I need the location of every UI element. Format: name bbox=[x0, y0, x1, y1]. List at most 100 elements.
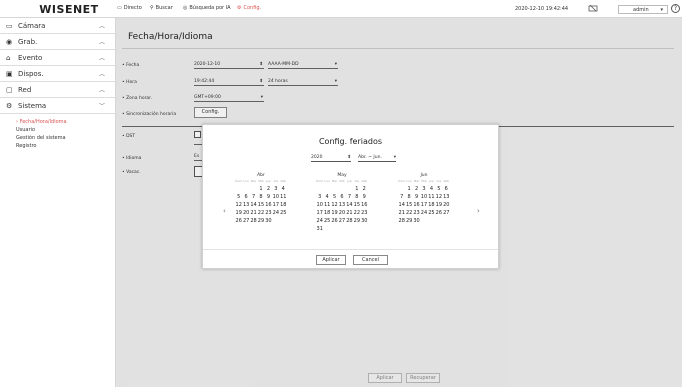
ai-search-menu[interactable]: ◎ Búsqueda por IA bbox=[183, 5, 231, 11]
tray-icon[interactable] bbox=[588, 3, 598, 13]
calendar-day[interactable]: 5 bbox=[435, 185, 442, 193]
calendar-day[interactable]: 3 bbox=[272, 185, 279, 193]
calendar-day[interactable]: 14 bbox=[398, 201, 405, 209]
submenu-item-usuario[interactable]: Usuario bbox=[16, 126, 115, 134]
month-range-select[interactable]: Abr. ~ Jun. ▾ bbox=[358, 155, 396, 162]
calendar-day[interactable]: 22 bbox=[257, 209, 264, 217]
calendar-day[interactable]: 14 bbox=[346, 201, 353, 209]
calendar-day[interactable]: 30 bbox=[361, 217, 368, 225]
calendar-day[interactable]: 11 bbox=[280, 193, 287, 201]
calendar-day[interactable]: 7 bbox=[398, 193, 405, 201]
calendar-day[interactable]: 25 bbox=[280, 209, 287, 217]
calendar-day[interactable]: 13 bbox=[338, 201, 345, 209]
calendar-day[interactable]: 7 bbox=[346, 193, 353, 201]
calendar-day[interactable]: 30 bbox=[413, 217, 420, 225]
calendar-day[interactable]: 24 bbox=[272, 209, 279, 217]
sidebar-item-sistema[interactable]: ⚙ Sistema ﹀ bbox=[0, 98, 115, 114]
calendar-day[interactable]: 10 bbox=[272, 193, 279, 201]
calendar-day[interactable]: 12 bbox=[435, 193, 442, 201]
calendar-day[interactable]: 10 bbox=[420, 193, 427, 201]
calendar-day[interactable]: 13 bbox=[242, 201, 249, 209]
calendar-day[interactable]: 20 bbox=[242, 209, 249, 217]
submenu-item-gestion[interactable]: Gestión del sistema bbox=[16, 134, 115, 142]
calendar-day[interactable]: 6 bbox=[338, 193, 345, 201]
calendar-day[interactable]: 25 bbox=[428, 209, 435, 217]
calendar-day[interactable]: 3 bbox=[420, 185, 427, 193]
calendar-day[interactable]: 9 bbox=[361, 193, 368, 201]
calendar-day[interactable]: 31 bbox=[316, 225, 323, 233]
calendar-day[interactable]: 12 bbox=[235, 201, 242, 209]
prev-arrow-icon[interactable]: ‹ bbox=[223, 207, 226, 215]
sidebar-item-red[interactable]: ▢ Red ︿ bbox=[0, 82, 115, 98]
submenu-item-fecha[interactable]: › Fecha/Hora/Idioma bbox=[16, 118, 115, 126]
submenu-item-registro[interactable]: Registro bbox=[16, 142, 115, 150]
calendar-day[interactable]: 30 bbox=[265, 217, 272, 225]
calendar-day[interactable]: 8 bbox=[405, 193, 412, 201]
calendar-day[interactable]: 24 bbox=[420, 209, 427, 217]
calendar-day[interactable]: 11 bbox=[428, 193, 435, 201]
calendar-day[interactable]: 19 bbox=[235, 209, 242, 217]
calendar-day[interactable]: 6 bbox=[443, 185, 450, 193]
calendar-day[interactable]: 22 bbox=[405, 209, 412, 217]
calendar-day[interactable]: 29 bbox=[405, 217, 412, 225]
calendar-day[interactable]: 6 bbox=[242, 193, 249, 201]
calendar-day[interactable]: 1 bbox=[405, 185, 412, 193]
live-menu[interactable]: ▭ Directo bbox=[117, 5, 142, 11]
sidebar-item-evento[interactable]: ⌂ Evento ︿ bbox=[0, 50, 115, 66]
calendar-day[interactable]: 7 bbox=[250, 193, 257, 201]
calendar-day[interactable]: 15 bbox=[405, 201, 412, 209]
calendar-day[interactable]: 9 bbox=[265, 193, 272, 201]
calendar-day[interactable]: 29 bbox=[353, 217, 360, 225]
user-dropdown[interactable]: admin ▾ bbox=[618, 5, 668, 14]
calendar-day[interactable]: 19 bbox=[435, 201, 442, 209]
calendar-day[interactable]: 27 bbox=[443, 209, 450, 217]
dialog-cancel-button[interactable]: Cancel bbox=[353, 255, 388, 265]
sidebar-item-grab[interactable]: ◉ Grab. ︿ bbox=[0, 34, 115, 50]
calendar-day[interactable]: 4 bbox=[280, 185, 287, 193]
dialog-apply-button[interactable]: Aplicar bbox=[316, 255, 346, 265]
calendar-day[interactable]: 14 bbox=[250, 201, 257, 209]
calendar-day[interactable]: 23 bbox=[361, 209, 368, 217]
calendar-day[interactable]: 18 bbox=[280, 201, 287, 209]
calendar-day[interactable]: 12 bbox=[331, 201, 338, 209]
calendar-day[interactable]: 1 bbox=[353, 185, 360, 193]
calendar-day[interactable]: 5 bbox=[331, 193, 338, 201]
calendar-day[interactable]: 18 bbox=[323, 209, 330, 217]
calendar-day[interactable]: 25 bbox=[323, 217, 330, 225]
calendar-day[interactable]: 17 bbox=[316, 209, 323, 217]
calendar-day[interactable]: 11 bbox=[323, 201, 330, 209]
year-select[interactable]: 2020 ⬍ bbox=[311, 155, 351, 162]
calendar-day[interactable]: 26 bbox=[235, 217, 242, 225]
calendar-day[interactable]: 26 bbox=[435, 209, 442, 217]
calendar-day[interactable]: 8 bbox=[257, 193, 264, 201]
calendar-day[interactable]: 17 bbox=[272, 201, 279, 209]
calendar-day[interactable]: 20 bbox=[338, 209, 345, 217]
calendar-day[interactable]: 17 bbox=[420, 201, 427, 209]
calendar-day[interactable]: 21 bbox=[398, 209, 405, 217]
calendar-day[interactable]: 20 bbox=[443, 201, 450, 209]
calendar-day[interactable]: 4 bbox=[428, 185, 435, 193]
calendar-day[interactable]: 28 bbox=[346, 217, 353, 225]
calendar-day[interactable]: 27 bbox=[338, 217, 345, 225]
next-arrow-icon[interactable]: › bbox=[477, 207, 480, 215]
help-icon[interactable]: ? bbox=[671, 4, 680, 13]
calendar-day[interactable]: 2 bbox=[413, 185, 420, 193]
calendar-day[interactable]: 24 bbox=[316, 217, 323, 225]
search-menu[interactable]: ⚲ Buscar bbox=[150, 5, 173, 11]
calendar-day[interactable]: 2 bbox=[361, 185, 368, 193]
calendar-day[interactable]: 10 bbox=[316, 201, 323, 209]
calendar-day[interactable]: 26 bbox=[331, 217, 338, 225]
calendar-day[interactable]: 3 bbox=[316, 193, 323, 201]
calendar-day[interactable]: 1 bbox=[257, 185, 264, 193]
calendar-day[interactable]: 4 bbox=[323, 193, 330, 201]
calendar-day[interactable]: 15 bbox=[353, 201, 360, 209]
calendar-day[interactable]: 21 bbox=[250, 209, 257, 217]
calendar-day[interactable]: 22 bbox=[353, 209, 360, 217]
calendar-day[interactable]: 16 bbox=[265, 201, 272, 209]
calendar-day[interactable]: 2 bbox=[265, 185, 272, 193]
calendar-day[interactable]: 23 bbox=[413, 209, 420, 217]
calendar-day[interactable]: 21 bbox=[346, 209, 353, 217]
sidebar-item-camara[interactable]: ▭ Cámara ︿ bbox=[0, 18, 115, 34]
calendar-day[interactable]: 19 bbox=[331, 209, 338, 217]
calendar-day[interactable]: 16 bbox=[413, 201, 420, 209]
